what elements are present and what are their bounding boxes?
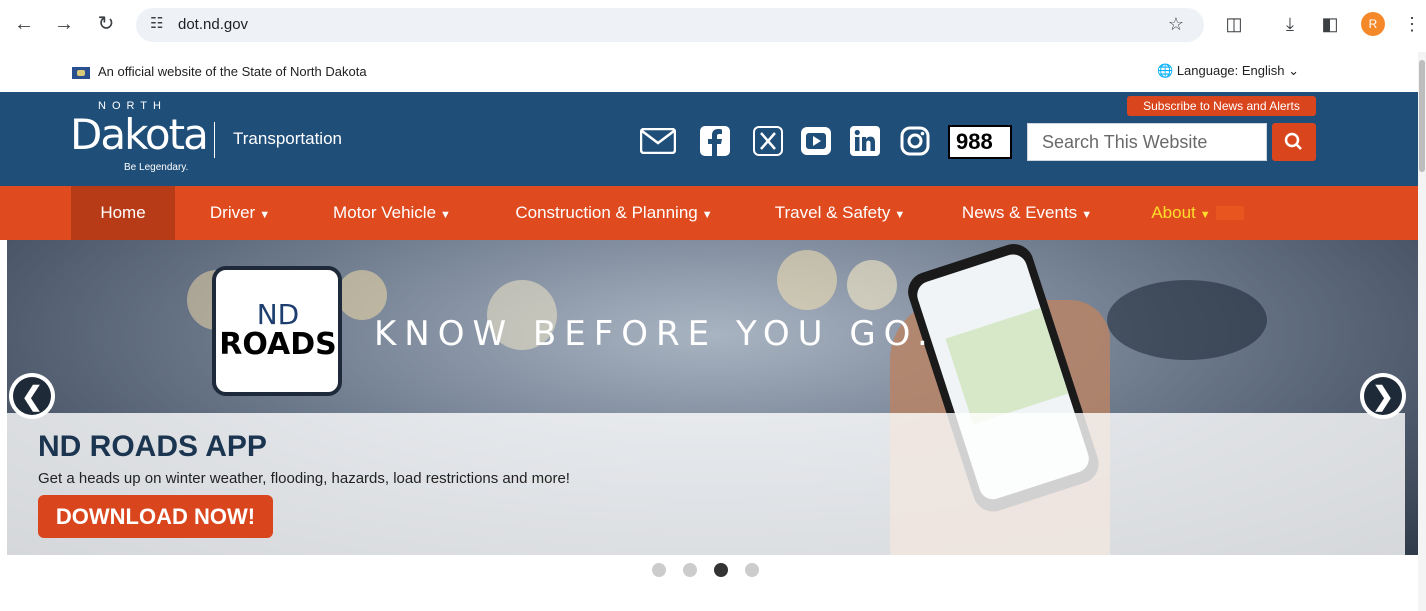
caret-down-icon: ▼ bbox=[259, 209, 271, 221]
chevron-left-icon: ❮ bbox=[13, 377, 51, 415]
nav-news-events-label: News & Events bbox=[961, 203, 1078, 222]
hero-title: ND ROADS APP bbox=[38, 430, 267, 463]
logo-divider bbox=[214, 122, 215, 158]
back-icon[interactable]: ← bbox=[12, 12, 36, 36]
instagram-icon[interactable] bbox=[897, 123, 933, 159]
bokeh-light bbox=[777, 250, 837, 310]
chevron-down-icon: ⌄ bbox=[1288, 63, 1300, 78]
x-twitter-icon[interactable] bbox=[750, 123, 786, 159]
nav-construction-planning[interactable]: Construction & Planning ▼ bbox=[494, 186, 734, 240]
email-icon[interactable] bbox=[638, 123, 678, 159]
nav-home-label: Home bbox=[100, 203, 146, 222]
nav-about-label: About bbox=[1151, 203, 1196, 222]
carousel-indicators bbox=[652, 563, 759, 577]
logo-dakota[interactable]: Dakota bbox=[70, 110, 209, 159]
forward-icon[interactable]: → bbox=[52, 12, 76, 36]
search-icon bbox=[1284, 132, 1302, 150]
hero-subtitle: Get a heads up on winter weather, floodi… bbox=[38, 470, 570, 487]
nd-roads-logo-top: ND bbox=[256, 298, 300, 331]
menu-icon[interactable]: ⋮ bbox=[1400, 12, 1424, 36]
carousel-dot-1[interactable] bbox=[652, 563, 666, 577]
nd-roads-logo-text: ND ROADS bbox=[218, 298, 338, 362]
nav-construction-planning-label: Construction & Planning bbox=[515, 203, 698, 222]
nav-driver-label: Driver bbox=[209, 203, 256, 222]
carousel-prev-button[interactable]: ❮ bbox=[9, 373, 55, 419]
download-now-button[interactable]: DOWNLOAD NOW! bbox=[38, 495, 273, 538]
nav-travel-safety[interactable]: Travel & Safety ▼ bbox=[756, 186, 924, 240]
official-banner-text: An official website of the State of Nort… bbox=[98, 64, 367, 79]
site-info-icon[interactable]: ☷ bbox=[150, 14, 163, 32]
nav-about[interactable]: About ▼ bbox=[1136, 186, 1226, 240]
facebook-icon[interactable] bbox=[697, 123, 733, 159]
bookmark-star-icon[interactable]: ☆ bbox=[1164, 12, 1188, 36]
badge-988[interactable]: 988 bbox=[948, 125, 1012, 159]
carousel-next-button[interactable]: ❯ bbox=[1360, 373, 1406, 419]
youtube-icon[interactable] bbox=[798, 123, 834, 159]
caret-down-icon: ▼ bbox=[1199, 209, 1211, 221]
globe-icon: 🌐 bbox=[1157, 63, 1174, 78]
car-shadow bbox=[1107, 280, 1267, 360]
search-input[interactable]: Search This Website bbox=[1027, 123, 1267, 161]
extensions-icon[interactable]: ◫ bbox=[1222, 12, 1246, 36]
nav-home[interactable]: Home bbox=[71, 186, 175, 240]
language-selector[interactable]: 🌐 Language: English ⌄ bbox=[1157, 63, 1299, 79]
nav-news-events[interactable]: News & Events ▼ bbox=[947, 186, 1107, 240]
hero-tagline: KNOW BEFORE YOU GO. bbox=[374, 314, 936, 354]
scrollbar-thumb[interactable] bbox=[1419, 60, 1425, 172]
chevron-right-icon: ❯ bbox=[1364, 377, 1402, 415]
bokeh-light bbox=[847, 260, 897, 310]
nav-motor-vehicle[interactable]: Motor Vehicle ▼ bbox=[312, 186, 472, 240]
nd-roads-logo-bottom: ROADS bbox=[219, 327, 337, 362]
address-bar[interactable]: ☷ dot.nd.gov bbox=[136, 8, 1204, 42]
language-label: Language: English bbox=[1176, 63, 1285, 78]
logo-tagline: Be Legendary. bbox=[124, 162, 189, 173]
nav-motor-vehicle-label: Motor Vehicle bbox=[333, 203, 437, 222]
nd-flag-icon bbox=[72, 67, 90, 79]
linkedin-icon[interactable] bbox=[847, 123, 883, 159]
caret-down-icon: ▼ bbox=[894, 209, 906, 221]
phone-map bbox=[945, 307, 1069, 425]
carousel-dot-2[interactable] bbox=[683, 563, 697, 577]
carousel-dot-3[interactable] bbox=[714, 563, 728, 577]
caret-down-icon: ▼ bbox=[440, 209, 451, 221]
logo-department[interactable]: Transportation bbox=[233, 129, 342, 149]
address-url: dot.nd.gov bbox=[178, 16, 249, 33]
profile-avatar[interactable]: R bbox=[1361, 12, 1385, 36]
caret-down-icon: ▼ bbox=[1081, 209, 1093, 221]
subscribe-button[interactable]: Subscribe to News and Alerts bbox=[1127, 96, 1316, 116]
caret-down-icon: ▼ bbox=[701, 209, 713, 221]
search-button[interactable] bbox=[1272, 123, 1316, 161]
side-panel-icon[interactable]: ◧ bbox=[1318, 12, 1342, 36]
download-icon[interactable]: ⤓ bbox=[1278, 12, 1302, 36]
bokeh-light bbox=[337, 270, 387, 320]
nav-travel-safety-label: Travel & Safety bbox=[774, 203, 891, 222]
nav-driver[interactable]: Driver ▼ bbox=[190, 186, 290, 240]
carousel-dot-4[interactable] bbox=[745, 563, 759, 577]
reload-icon[interactable]: ↻ bbox=[94, 12, 118, 36]
